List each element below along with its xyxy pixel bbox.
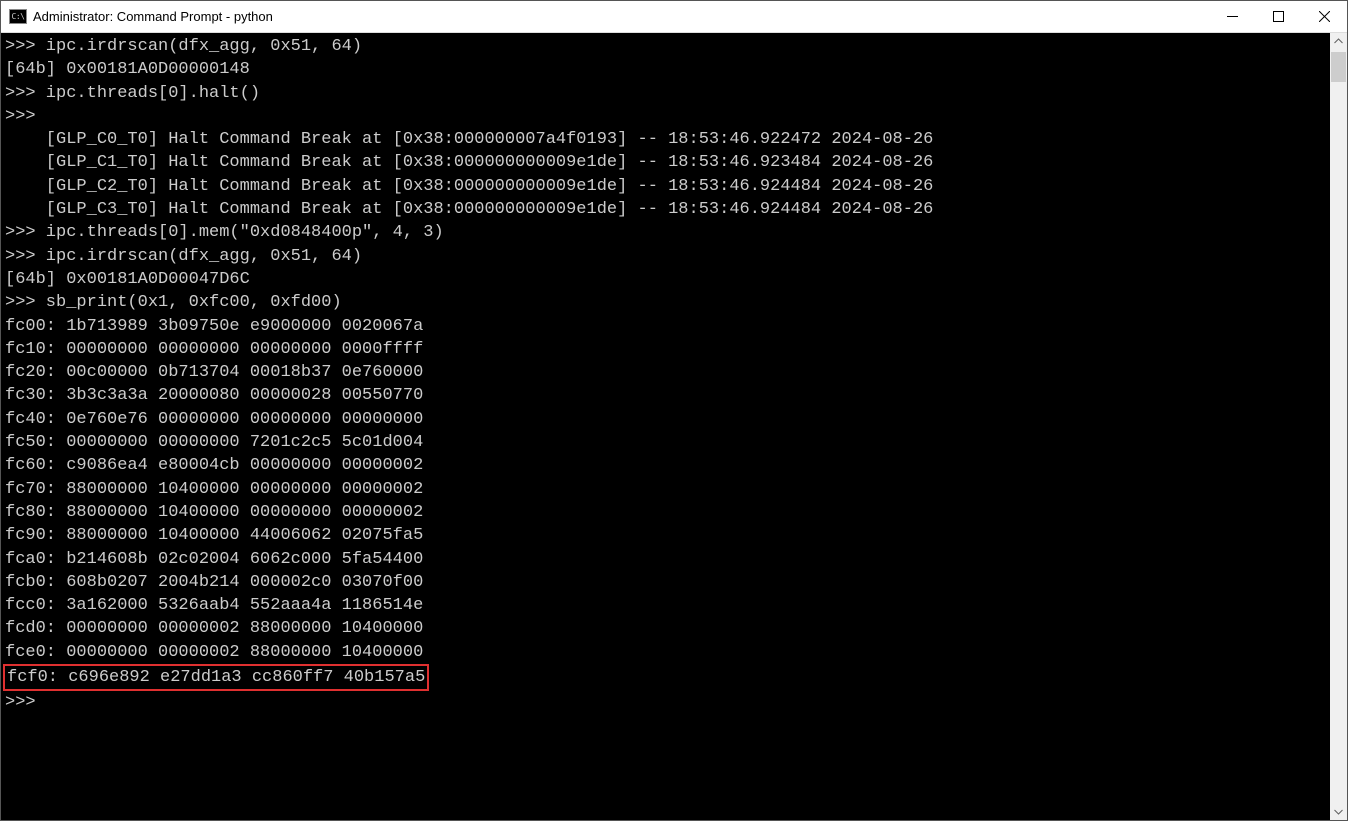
window-title: Administrator: Command Prompt - python <box>33 9 1209 24</box>
terminal-line: [GLP_C3_T0] Halt Command Break at [0x38:… <box>1 198 1330 221</box>
window: C:\ Administrator: Command Prompt - pyth… <box>0 0 1348 821</box>
terminal-line: fc40: 0e760e76 00000000 00000000 0000000… <box>1 408 1330 431</box>
terminal-line: fc80: 88000000 10400000 00000000 0000000… <box>1 501 1330 524</box>
terminal-line: >>> <box>1 105 1330 128</box>
terminal-line: [GLP_C0_T0] Halt Command Break at [0x38:… <box>1 128 1330 151</box>
terminal-line: >>> ipc.threads[0].halt() <box>1 82 1330 105</box>
client-area: >>> ipc.irdrscan(dfx_agg, 0x51, 64)[64b]… <box>1 33 1347 820</box>
scroll-down-arrow[interactable] <box>1330 803 1347 820</box>
terminal-prompt: >>> <box>1 691 1330 714</box>
terminal-line: fc90: 88000000 10400000 44006062 02075fa… <box>1 524 1330 547</box>
terminal-line: [64b] 0x00181A0D00047D6C <box>1 268 1330 291</box>
cmd-icon: C:\ <box>9 9 27 24</box>
minimize-button[interactable] <box>1209 1 1255 33</box>
vertical-scrollbar[interactable] <box>1330 33 1347 820</box>
terminal-line: fca0: b214608b 02c02004 6062c000 5fa5440… <box>1 548 1330 571</box>
terminal-line-highlighted: fcf0: c696e892 e27dd1a3 cc860ff7 40b157a… <box>1 664 1330 691</box>
terminal-output[interactable]: >>> ipc.irdrscan(dfx_agg, 0x51, 64)[64b]… <box>1 33 1330 820</box>
terminal-line: fc00: 1b713989 3b09750e e9000000 0020067… <box>1 315 1330 338</box>
terminal-line: fce0: 00000000 00000002 88000000 1040000… <box>1 641 1330 664</box>
maximize-button[interactable] <box>1255 1 1301 33</box>
terminal-line: fc20: 00c00000 0b713704 00018b37 0e76000… <box>1 361 1330 384</box>
terminal-line: [64b] 0x00181A0D00000148 <box>1 58 1330 81</box>
terminal-line: fc10: 00000000 00000000 00000000 0000fff… <box>1 338 1330 361</box>
terminal-line: fcc0: 3a162000 5326aab4 552aaa4a 1186514… <box>1 594 1330 617</box>
titlebar[interactable]: C:\ Administrator: Command Prompt - pyth… <box>1 1 1347 33</box>
terminal-line: >>> ipc.irdrscan(dfx_agg, 0x51, 64) <box>1 245 1330 268</box>
terminal-line: >>> ipc.irdrscan(dfx_agg, 0x51, 64) <box>1 35 1330 58</box>
terminal-line: fc70: 88000000 10400000 00000000 0000000… <box>1 478 1330 501</box>
terminal-line: fcd0: 00000000 00000002 88000000 1040000… <box>1 617 1330 640</box>
terminal-line: >>> ipc.threads[0].mem("0xd0848400p", 4,… <box>1 221 1330 244</box>
terminal-line: >>> sb_print(0x1, 0xfc00, 0xfd00) <box>1 291 1330 314</box>
terminal-line: [GLP_C1_T0] Halt Command Break at [0x38:… <box>1 151 1330 174</box>
terminal-line: fc50: 00000000 00000000 7201c2c5 5c01d00… <box>1 431 1330 454</box>
close-button[interactable] <box>1301 1 1347 33</box>
scroll-up-arrow[interactable] <box>1330 33 1347 50</box>
terminal-line: fcb0: 608b0207 2004b214 000002c0 03070f0… <box>1 571 1330 594</box>
scrollbar-thumb[interactable] <box>1331 52 1346 82</box>
terminal-line: [GLP_C2_T0] Halt Command Break at [0x38:… <box>1 175 1330 198</box>
terminal-line: fc30: 3b3c3a3a 20000080 00000028 0055077… <box>1 384 1330 407</box>
terminal-line: fc60: c9086ea4 e80004cb 00000000 0000000… <box>1 454 1330 477</box>
